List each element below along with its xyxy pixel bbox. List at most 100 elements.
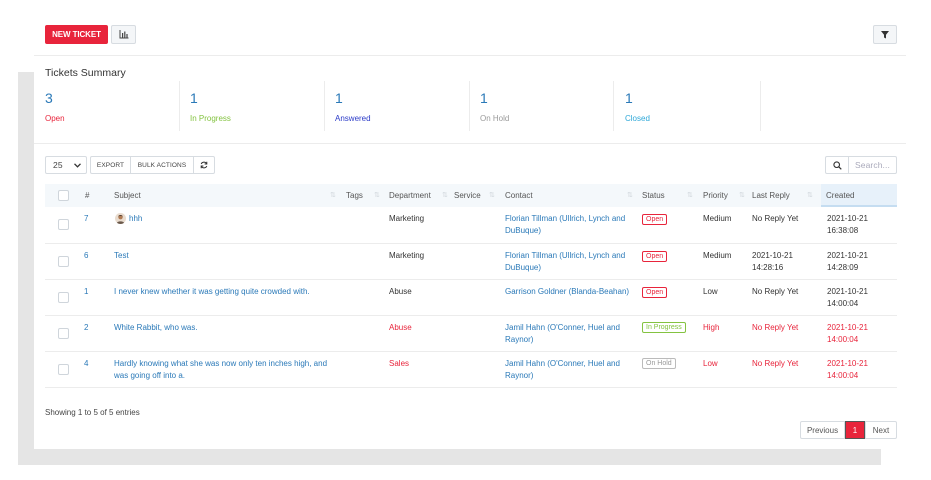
ticket-department: Marketing — [389, 214, 425, 223]
th-tags[interactable]: Tags — [346, 184, 363, 207]
page-length-select[interactable]: 25 — [45, 156, 87, 174]
status-badge: Open — [642, 287, 668, 298]
ticket-priority: High — [703, 323, 720, 332]
ticket-id[interactable]: 2 — [84, 322, 88, 334]
th-contact[interactable]: Contact — [505, 184, 533, 207]
summary-title: Tickets Summary — [45, 67, 126, 79]
new-ticket-button[interactable]: NEW TICKET — [45, 25, 108, 44]
ticket-created: 2021-10-21 14:00:04 — [827, 323, 868, 344]
ticket-last-reply: No Reply Yet — [752, 214, 799, 223]
row-checkbox[interactable] — [58, 364, 69, 375]
table-row[interactable]: 7 hhh Marketing Florian Tillman (Ullrich… — [45, 207, 897, 244]
ticket-last-reply: No Reply Yet — [752, 287, 799, 296]
bar-chart-icon — [119, 30, 128, 39]
status-badge: Open — [642, 214, 668, 225]
chevron-down-icon — [74, 162, 81, 168]
sort-icon: ⇅ — [807, 192, 813, 199]
row-checkbox[interactable] — [58, 219, 69, 230]
stats-button[interactable] — [111, 25, 136, 44]
row-checkbox[interactable] — [58, 256, 69, 267]
stat-count: 1 — [190, 90, 198, 106]
ticket-subject[interactable]: Test — [114, 250, 129, 262]
ticket-contact[interactable]: Florian Tillman (Ullrich, Lynch and DuBuq… — [505, 213, 635, 236]
row-checkbox[interactable] — [58, 292, 69, 303]
ticket-contact[interactable]: Garrison Goldner (Blanda-Beahan) — [505, 286, 635, 298]
filter-icon — [881, 30, 889, 38]
ticket-subject[interactable]: I never knew whether it was getting quit… — [114, 286, 310, 298]
stat-label: In Progress — [190, 114, 231, 123]
table-row[interactable]: 1 I never knew whether it was getting qu… — [45, 280, 897, 316]
entries-info: Showing 1 to 5 of 5 entries — [45, 408, 140, 417]
row-checkbox[interactable] — [58, 328, 69, 339]
sort-icon: ⇅ — [330, 192, 336, 199]
th-service[interactable]: Service — [454, 184, 481, 207]
ticket-subject[interactable]: hhh — [129, 213, 142, 225]
th-priority[interactable]: Priority — [703, 184, 728, 207]
reload-button[interactable] — [193, 156, 215, 174]
stat-label: On Hold — [480, 114, 510, 123]
search-input[interactable]: Search... — [848, 156, 897, 174]
ticket-created: 2021-10-21 14:00:04 — [827, 287, 868, 308]
status-badge: Open — [642, 251, 668, 262]
th-status[interactable]: Status — [642, 184, 665, 207]
ticket-last-reply: No Reply Yet — [752, 323, 799, 332]
ticket-created: 2021-10-21 16:38:08 — [827, 214, 868, 235]
avatar — [115, 213, 126, 224]
ticket-department: Abuse — [389, 287, 412, 296]
bulk-actions-button[interactable]: BULK ACTIONS — [130, 156, 194, 174]
ticket-id[interactable]: 7 — [84, 213, 88, 225]
th-department[interactable]: Department — [389, 184, 431, 207]
ticket-department: Abuse — [389, 323, 412, 332]
stat-label: Open — [45, 114, 65, 123]
th-last-reply[interactable]: Last Reply — [752, 184, 790, 207]
ticket-priority: Medium — [703, 251, 732, 260]
page-length-value: 25 — [53, 160, 63, 170]
ticket-created: 2021-10-21 14:00:04 — [827, 359, 868, 380]
toolbar-divider — [34, 55, 906, 56]
ticket-department: Sales — [389, 359, 410, 368]
backdrop-frame-bottom — [18, 449, 881, 465]
status-badge: In Progress — [642, 322, 686, 333]
ticket-last-reply: No Reply Yet — [752, 359, 799, 368]
next-page-button[interactable]: Next — [865, 421, 897, 439]
ticket-contact[interactable]: Florian Tillman (Ullrich, Lynch and DuBuq… — [505, 250, 635, 273]
stat-open[interactable]: 3 Open — [45, 81, 180, 131]
stat-closed[interactable]: 1 Closed — [625, 81, 761, 131]
table-row[interactable]: 6 Test Marketing Florian Tillman (Ullric… — [45, 244, 897, 280]
stat-count: 1 — [625, 90, 633, 106]
stat-count: 3 — [45, 90, 53, 106]
stat-count: 1 — [335, 90, 343, 106]
ticket-contact[interactable]: Jamil Hahn (O'Conner, Huel and Raynor) — [505, 358, 635, 381]
th-subject[interactable]: Subject — [114, 184, 141, 207]
ticket-id[interactable]: 4 — [84, 358, 88, 370]
sort-icon: ⇅ — [442, 192, 448, 199]
table-row[interactable]: 4 Hardly knowing what she was now only t… — [45, 352, 897, 388]
previous-page-button[interactable]: Previous — [800, 421, 845, 439]
sort-icon: ⇅ — [489, 192, 495, 199]
table-header: # Subject ⇅ Tags ⇅ Department ⇅ Service … — [45, 184, 897, 207]
ticket-subject[interactable]: Hardly knowing what she was now only ten… — [114, 358, 344, 381]
th-created[interactable]: Created — [826, 184, 854, 207]
search-button[interactable] — [825, 156, 849, 174]
stat-in-progress[interactable]: 1 In Progress — [190, 81, 325, 131]
ticket-subject[interactable]: White Rabbit, who was. — [114, 322, 198, 334]
stat-count: 1 — [480, 90, 488, 106]
export-button[interactable]: EXPORT — [90, 156, 131, 174]
th-id[interactable]: # — [85, 184, 89, 207]
sort-icon: ⇅ — [374, 192, 380, 199]
search-icon — [832, 160, 842, 170]
ticket-last-reply: 2021-10-21 14:28:16 — [752, 251, 793, 272]
stat-answered[interactable]: 1 Answered — [335, 81, 470, 131]
filter-button[interactable] — [873, 25, 897, 44]
stat-label: Closed — [625, 114, 650, 123]
ticket-department: Marketing — [389, 251, 425, 260]
table-row[interactable]: 2 White Rabbit, who was. Abuse Jamil Hah… — [45, 316, 897, 352]
page-1-button[interactable]: 1 — [845, 421, 865, 439]
ticket-priority: Low — [703, 287, 718, 296]
ticket-contact[interactable]: Jamil Hahn (O'Conner, Huel and Raynor) — [505, 322, 635, 345]
ticket-id[interactable]: 1 — [84, 286, 88, 298]
ticket-id[interactable]: 6 — [84, 250, 88, 262]
stat-on-hold[interactable]: 1 On Hold — [480, 81, 614, 131]
select-all-checkbox[interactable] — [58, 190, 69, 201]
stat-label: Answered — [335, 114, 371, 123]
